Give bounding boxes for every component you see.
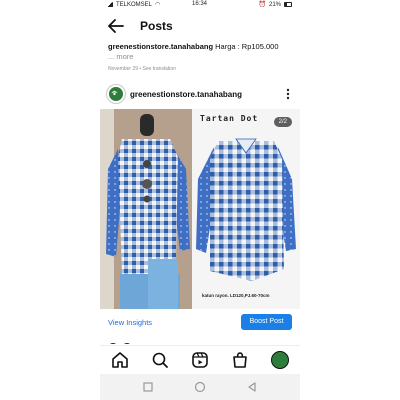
more-options-icon[interactable] bbox=[285, 87, 291, 101]
signal-icon bbox=[107, 2, 113, 7]
status-bar: TELKOMSEL ◠ 16:34 ⏰ 21% bbox=[100, 0, 300, 10]
recents-square-icon[interactable] bbox=[142, 381, 154, 393]
insights-bar: View Insights Boost Post bbox=[100, 312, 300, 334]
caption-text: Harga : Rp105.000 bbox=[213, 42, 279, 51]
view-insights-link[interactable]: View Insights bbox=[108, 318, 152, 327]
wifi-icon: ◠ bbox=[155, 2, 161, 8]
phone-screen: TELKOMSEL ◠ 16:34 ⏰ 21% Posts greenestio… bbox=[100, 0, 300, 400]
product-photo-flat: Tartan Dot 2/2 katun rayon. LD120,PJ.60-… bbox=[192, 109, 300, 309]
alarm-icon: ⏰ bbox=[258, 2, 266, 8]
post-header: greenestionstore.tanahabang bbox=[100, 83, 300, 105]
battery-percent: 21% bbox=[268, 1, 281, 8]
post-caption: greenestionstore.tanahabang Harga : Rp10… bbox=[108, 42, 294, 62]
clock: 16:34 bbox=[192, 1, 208, 7]
page-title: Posts bbox=[140, 19, 173, 33]
home-circle-icon[interactable] bbox=[194, 381, 206, 393]
boost-post-button[interactable]: Boost Post bbox=[241, 314, 292, 330]
flat-shirt-image bbox=[192, 109, 300, 309]
bottom-nav-bar bbox=[100, 345, 300, 373]
battery-icon bbox=[284, 2, 292, 7]
system-nav-bar bbox=[100, 374, 300, 400]
top-header: Posts bbox=[100, 14, 300, 40]
avatar[interactable] bbox=[107, 85, 125, 103]
comment-icon[interactable] bbox=[122, 343, 132, 344]
mannequin-shirt-image bbox=[100, 109, 192, 309]
store-logo-icon bbox=[109, 87, 120, 98]
slide-counter-badge: 2/2 bbox=[273, 117, 292, 127]
image-overlay-footer: katun rayon. LD120,PJ.60-70cm bbox=[202, 293, 270, 298]
post-date[interactable]: November 29 • See translation bbox=[108, 66, 176, 72]
caption-username[interactable]: greenestionstore.tanahabang bbox=[108, 42, 213, 51]
search-icon[interactable] bbox=[151, 351, 169, 369]
action-icons-peek bbox=[108, 340, 148, 344]
like-icon[interactable] bbox=[108, 343, 118, 344]
post-username[interactable]: greenestionstore.tanahabang bbox=[130, 90, 242, 99]
post-image-carousel[interactable]: Tartan Dot 2/2 katun rayon. LD120,PJ.60-… bbox=[100, 109, 300, 309]
caption-more-link[interactable]: ... more bbox=[108, 52, 294, 62]
back-arrow-icon[interactable] bbox=[108, 19, 124, 33]
carrier-label: TELKOMSEL bbox=[116, 1, 153, 8]
product-photo-mannequin bbox=[100, 109, 192, 309]
shop-icon[interactable] bbox=[231, 351, 249, 369]
back-triangle-icon[interactable] bbox=[246, 381, 258, 393]
profile-avatar-icon[interactable] bbox=[271, 351, 289, 369]
home-icon[interactable] bbox=[111, 351, 129, 369]
reels-icon[interactable] bbox=[191, 351, 209, 369]
image-overlay-title: Tartan Dot bbox=[200, 114, 259, 123]
